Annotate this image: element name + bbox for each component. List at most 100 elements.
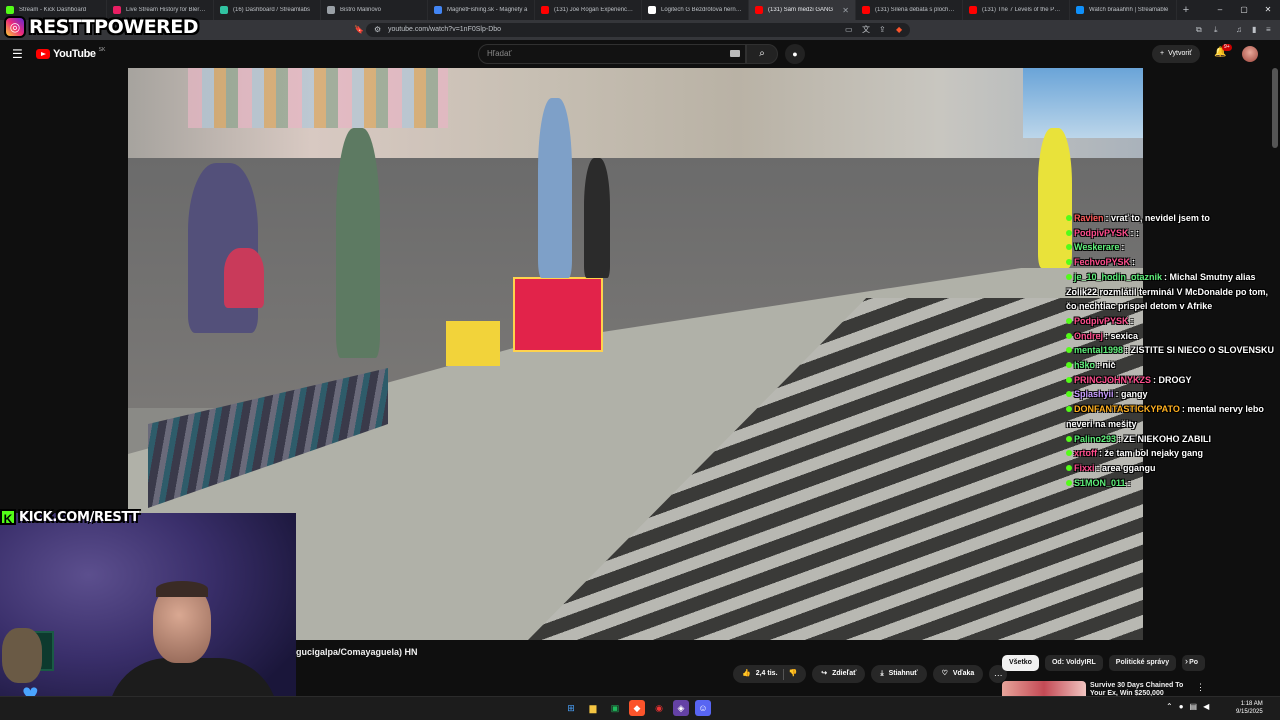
youtube-logo[interactable]: YouTube SK <box>36 47 106 60</box>
browser-tab[interactable]: Watch braaahhh | Streamable <box>1070 0 1177 20</box>
network-icon[interactable]: ▤ <box>1190 702 1198 711</box>
browser-tab[interactable]: (131) The 7 Levels of the Psych <box>963 0 1070 20</box>
tab-favicon-icon <box>6 6 14 14</box>
account-avatar[interactable] <box>1242 46 1258 62</box>
tab-favicon-icon <box>434 6 442 14</box>
tab-label: Logitech G Bezdrôtová herná m <box>661 7 742 13</box>
chevron-up-icon[interactable]: ⌃ <box>1166 702 1173 711</box>
media-icon[interactable]: ♫ <box>1236 23 1242 37</box>
file-explorer-icon[interactable]: ▆ <box>585 700 601 716</box>
live-chat-overlay: Ravien: vrať to, nevidel jsem to PodpivPY… <box>1066 211 1278 490</box>
tab-label: (131) Šílená debata s plochoze <box>875 7 956 13</box>
tab-label: MagnetFishing.sk - Magnety a <box>447 7 528 13</box>
downloads-icon[interactable]: ⤓ <box>1214 23 1218 37</box>
browser-tab[interactable]: Bistro Malinovo <box>321 0 428 20</box>
chat-message: S1MON_011: <box>1066 476 1278 491</box>
tab-favicon-icon <box>541 6 549 14</box>
brave-icon[interactable]: ◆ <box>896 23 902 37</box>
taskbar-clock[interactable]: 1:18 AM 9/15/2025 <box>1236 700 1263 716</box>
video-actions: 👍 2,4 tis. 👎 ↪ Zdieľať ⤓ Stiahnuť ♡ Vďak… <box>733 665 1008 683</box>
like-dislike-button[interactable]: 👍 2,4 tis. 👎 <box>733 665 807 683</box>
share-page-icon[interactable]: ⇪ <box>879 23 886 37</box>
webcam-feed: ♥ <box>0 513 296 720</box>
browser-tab[interactable]: (16) Dashboard / Streamlabs <box>214 0 321 20</box>
cast-icon[interactable]: ▭ <box>845 23 853 37</box>
clock-date: 9/15/2025 <box>1236 709 1263 715</box>
windows-start-icon[interactable]: ⊞ <box>563 700 579 716</box>
recommendation-thumbnail[interactable] <box>1002 681 1086 696</box>
download-button[interactable]: ⤓ Stiahnuť <box>871 665 927 683</box>
webcam-mascot <box>2 628 42 683</box>
brave-browser-icon[interactable]: ◆ <box>629 700 645 716</box>
chat-message: DONFANTASTICKYPATO: mental nervy lebo ne… <box>1066 402 1278 431</box>
chat-username: Palino293 <box>1074 433 1117 444</box>
chat-badge-icon <box>1066 332 1072 339</box>
chat-badge-icon <box>1066 273 1072 280</box>
chat-separator: : <box>1127 477 1131 488</box>
window-controls: – ▢ ✕ <box>1208 0 1280 20</box>
filter-chip[interactable]: Všetko <box>1002 655 1039 671</box>
tab-label: Live Stream History for Blerp S <box>126 7 207 13</box>
search-button[interactable]: ⌕ <box>746 44 778 64</box>
more-vert-icon[interactable]: ⋮ <box>1196 682 1205 693</box>
obs-icon[interactable]: ◉ <box>651 700 667 716</box>
chat-text: vrať to, nevidel jsem to <box>1111 213 1210 223</box>
chat-badge-icon <box>1066 362 1072 369</box>
menu-icon[interactable]: ≡ <box>1266 23 1271 37</box>
hamburger-menu-icon[interactable]: ☰ <box>12 47 23 61</box>
thanks-button[interactable]: ♡ Vďaka <box>932 665 984 683</box>
dislike-icon[interactable]: 👎 <box>789 665 798 683</box>
share-button[interactable]: ↪ Zdieľať <box>812 665 866 683</box>
share-label: Zdieľať <box>832 670 857 677</box>
extensions-icon[interactable]: ⧉ <box>1196 23 1202 37</box>
site-info-icon[interactable]: ⚙ <box>374 23 381 37</box>
download-icon: ⤓ <box>880 670 884 677</box>
new-tab-button[interactable]: + <box>1177 4 1195 16</box>
create-button[interactable]: + Vytvoriť <box>1152 45 1200 63</box>
close-window-icon[interactable]: ✕ <box>1256 0 1280 20</box>
country-code: SK <box>98 47 106 53</box>
youtube-wordmark: YouTube <box>53 48 96 60</box>
keyboard-icon[interactable] <box>730 50 740 57</box>
chat-text: ZE NIEKOHO ZABILI <box>1123 433 1212 444</box>
tab-label: (16) Dashboard / Streamlabs <box>233 7 311 13</box>
tab-label: (131) Sám medzi GANG <box>768 7 834 13</box>
video-clothes-stall <box>188 68 448 128</box>
chat-username: Weskerare <box>1074 242 1120 253</box>
thanks-label: Vďaka <box>952 670 975 677</box>
sidebar-icon[interactable]: ▮ <box>1252 23 1256 37</box>
bookmark-icon[interactable]: 🔖 <box>354 23 364 37</box>
browser-tab[interactable]: Logitech G Bezdrôtová herná m <box>642 0 749 20</box>
chat-badge-icon <box>1066 347 1072 354</box>
search-input[interactable]: Hľadať <box>478 44 746 64</box>
browser-tab[interactable]: (131) Šílená debata s plochoze <box>856 0 963 20</box>
search-icon: ⌕ <box>759 48 765 59</box>
page-scrollbar[interactable] <box>1272 68 1278 148</box>
tab-favicon-icon <box>220 6 228 14</box>
minimize-icon[interactable]: – <box>1208 0 1232 20</box>
discord-icon[interactable]: ☺ <box>695 700 711 716</box>
tab-label: Watch braaahhh | Streamable <box>1089 7 1169 13</box>
youtube-play-icon <box>36 49 50 59</box>
translate-icon[interactable]: 文 <box>862 23 870 37</box>
filter-chip[interactable]: Od: VoldyIRL <box>1044 655 1103 671</box>
terminal-icon[interactable]: ▣ <box>607 700 623 716</box>
browser-tab[interactable]: (131) Joe Rogan Experience #2 <box>535 0 642 20</box>
chat-badge-icon <box>1066 406 1072 413</box>
mic-tray-icon[interactable]: ● <box>1179 702 1184 711</box>
browser-tab[interactable]: MagnetFishing.sk - Magnety a <box>428 0 535 20</box>
voice-search-button[interactable]: ● <box>785 44 805 64</box>
filter-chip[interactable]: Politické správy <box>1108 655 1177 671</box>
chat-username: PRINCJOHNYKZS <box>1074 374 1152 385</box>
chat-separator: : <box>1130 315 1134 326</box>
maximize-icon[interactable]: ▢ <box>1232 0 1256 20</box>
streamlabs-icon[interactable]: ◈ <box>673 700 689 716</box>
chat-username: h3ko <box>1074 360 1096 371</box>
tab-close-icon[interactable]: ✕ <box>842 6 849 15</box>
browser-tab[interactable]: (131) Sám medzi GANG ✕ <box>749 0 856 20</box>
chevron-right-icon[interactable]: › <box>1185 656 1188 666</box>
volume-icon[interactable]: ◀ <box>1203 702 1209 711</box>
chat-badge-icon <box>1066 450 1072 457</box>
url-field[interactable]: youtube.com/watch?v=1nF0Slp-Dbo <box>366 23 910 37</box>
chat-badge-icon <box>1066 259 1072 266</box>
